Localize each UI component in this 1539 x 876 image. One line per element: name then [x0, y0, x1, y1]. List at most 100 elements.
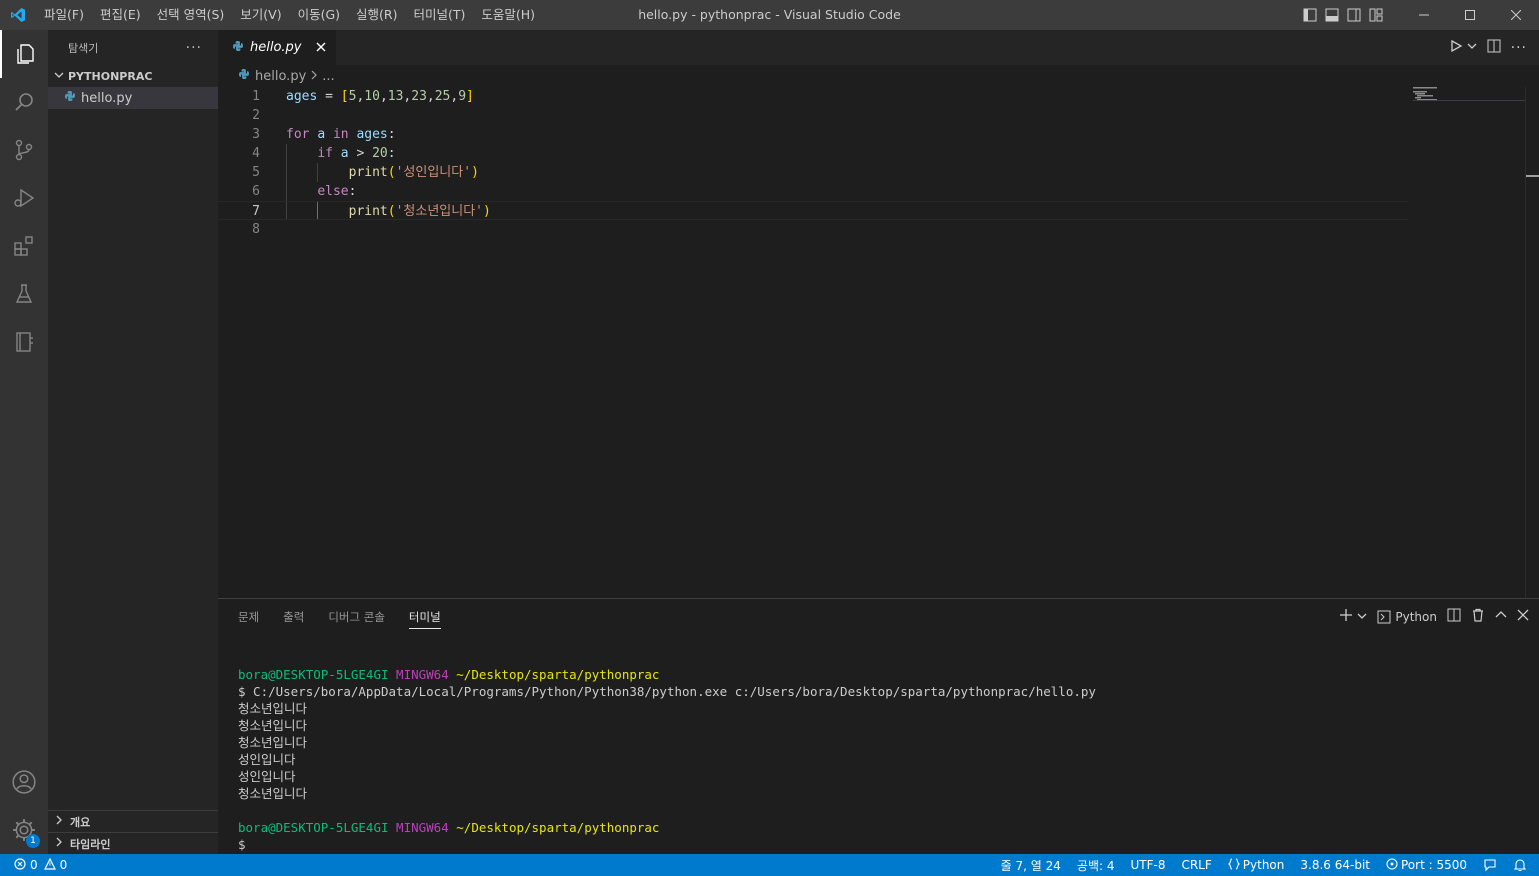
end-of-line[interactable]: CRLF — [1173, 858, 1219, 872]
terminal-profile[interactable]: Python — [1377, 610, 1437, 624]
status-bar: 0 0 줄 7, 열 24 공백: 4 UTF-8 CRLF Python 3.… — [0, 854, 1539, 876]
line-number: 8 — [252, 222, 260, 237]
tab-terminal[interactable]: 터미널 — [408, 609, 441, 629]
code-line: 6 else: — [218, 182, 1408, 201]
line-number: 2 — [252, 108, 260, 123]
live-server-port[interactable]: Port : 5500 — [1378, 857, 1475, 873]
line-number: 5 — [252, 165, 260, 180]
problems-status[interactable]: 0 0 — [0, 857, 67, 873]
tab-hello-py[interactable]: hello.py — [218, 30, 336, 65]
prompt-path: ~/Desktop/sparta/pythonprac — [456, 820, 660, 835]
timeline-section[interactable]: 타임라인 — [48, 832, 218, 854]
terminal-command: $ C:/Users/bora/AppData/Local/Programs/P… — [238, 684, 1096, 699]
close-window-icon[interactable] — [1493, 0, 1539, 30]
tab-debug-console[interactable]: 디버그 콘솔 — [328, 609, 385, 625]
line-number: 7 — [252, 204, 260, 219]
toggle-panel-icon[interactable] — [1321, 0, 1343, 30]
code-line-current: 7 print('청소년입니다') — [218, 201, 1408, 220]
explorer-header: 탐색기 ··· — [48, 30, 218, 65]
code-editor[interactable]: 1 ages = [5,10,13,23,25,9] 2 3 for a in … — [218, 87, 1539, 598]
encoding[interactable]: UTF-8 — [1122, 858, 1173, 872]
workspace-folder[interactable]: PYTHONPRAC — [48, 65, 218, 87]
close-panel-icon[interactable] — [1517, 609, 1529, 624]
activity-bar: 1 — [0, 30, 48, 854]
menu-edit[interactable]: 편집(E) — [92, 0, 149, 30]
settings-gear-icon[interactable]: 1 — [0, 806, 48, 854]
cursor-position[interactable]: 줄 7, 열 24 — [993, 857, 1069, 874]
menu-run[interactable]: 실행(R) — [348, 0, 405, 30]
explorer-icon[interactable] — [0, 30, 48, 78]
run-dropdown-chevron-icon[interactable] — [1467, 40, 1477, 55]
run-debug-icon[interactable] — [0, 174, 48, 222]
folder-name: PYTHONPRAC — [68, 69, 153, 83]
prompt-user: bora@DESKTOP-5LGE4GI — [238, 820, 389, 835]
vertical-scrollbar[interactable] — [1525, 87, 1539, 598]
outline-section[interactable]: 개요 — [48, 810, 218, 832]
file-item-hello-py[interactable]: hello.py — [48, 87, 218, 109]
code-text: ages = [5,10,13,23,25,9] — [286, 89, 474, 104]
maximize-icon[interactable] — [1447, 0, 1493, 30]
search-icon[interactable] — [0, 78, 48, 126]
customize-layout-icon[interactable] — [1365, 0, 1387, 30]
error-count: 0 — [30, 858, 38, 872]
menu-terminal[interactable]: 터미널(T) — [406, 0, 474, 30]
prompt-env: MINGW64 — [396, 667, 449, 682]
source-control-icon[interactable] — [0, 126, 48, 174]
prompt-user: bora@DESKTOP-5LGE4GI — [238, 667, 389, 682]
menu-view[interactable]: 보기(V) — [232, 0, 289, 30]
prompt-env: MINGW64 — [396, 820, 449, 835]
kill-terminal-trash-icon[interactable] — [1471, 608, 1485, 625]
breadcrumb-symbols[interactable]: ... — [322, 69, 334, 84]
split-editor-icon[interactable] — [1487, 39, 1501, 57]
terminal-icon — [1377, 610, 1391, 623]
code-text: print('성인입니다') — [348, 165, 479, 180]
split-terminal-icon[interactable] — [1447, 608, 1461, 625]
outline-label: 개요 — [70, 815, 91, 829]
terminal-output-line: 성인입니다 — [238, 769, 296, 784]
code-line: 4 if a > 20: — [218, 144, 1408, 163]
menu-go[interactable]: 이동(G) — [290, 0, 348, 30]
menu-file[interactable]: 파일(F) — [36, 0, 92, 30]
run-python-file-icon[interactable] — [1449, 39, 1463, 57]
broadcast-icon — [1386, 857, 1398, 873]
explorer-title: 탐색기 — [68, 41, 99, 55]
line-number: 1 — [252, 89, 260, 104]
account-icon[interactable] — [0, 758, 48, 806]
terminal-input-line[interactable]: $ — [238, 836, 246, 853]
tab-output[interactable]: 출력 — [283, 609, 304, 625]
menu-help[interactable]: 도움말(H) — [473, 0, 543, 30]
terminal-output-line: 청소년입니다 — [238, 701, 308, 716]
extensions-icon[interactable] — [0, 222, 48, 270]
code-line: 5 print('성인입니다') — [218, 163, 1408, 182]
minimize-icon[interactable] — [1401, 0, 1447, 30]
menu-selection[interactable]: 선택 영역(S) — [149, 0, 233, 30]
maximize-panel-chevron-up-icon[interactable] — [1495, 609, 1507, 624]
code-line: 3 for a in ages: — [218, 125, 1408, 144]
new-terminal-icon[interactable] — [1339, 608, 1353, 625]
python-interpreter[interactable]: 3.8.6 64-bit — [1292, 858, 1378, 872]
toggle-primary-sidebar-icon[interactable] — [1299, 0, 1321, 30]
feedback-icon[interactable] — [1475, 858, 1505, 872]
terminal-dropdown-chevron-icon[interactable] — [1357, 610, 1367, 624]
tab-problems[interactable]: 문제 — [238, 609, 259, 625]
testing-icon[interactable] — [0, 270, 48, 318]
chevron-right-icon — [310, 69, 318, 84]
terminal-output-line: 청소년입니다 — [238, 786, 308, 801]
language-mode[interactable]: Python — [1220, 857, 1293, 873]
editor-more-actions-icon[interactable]: ··· — [1511, 40, 1527, 56]
explorer-sidebar: 탐색기 ··· PYTHONPRAC hello.py 개요 타임라인 — [48, 30, 218, 854]
python-file-icon — [238, 68, 250, 84]
breadcrumb-file[interactable]: hello.py — [255, 69, 306, 84]
line-number: 4 — [252, 146, 260, 161]
notifications-bell-icon[interactable] — [1505, 858, 1539, 872]
code-text: for a in ages: — [286, 127, 396, 142]
warning-icon — [43, 857, 56, 873]
code-line: 1 ages = [5,10,13,23,25,9] — [218, 87, 1408, 106]
settings-badge: 1 — [26, 834, 40, 848]
more-actions-icon[interactable]: ··· — [186, 40, 202, 56]
notebook-icon[interactable] — [0, 318, 48, 366]
toggle-secondary-sidebar-icon[interactable] — [1343, 0, 1365, 30]
close-tab-icon[interactable] — [314, 40, 328, 54]
minimap[interactable] — [1413, 87, 1525, 598]
indentation[interactable]: 공백: 4 — [1069, 857, 1123, 874]
